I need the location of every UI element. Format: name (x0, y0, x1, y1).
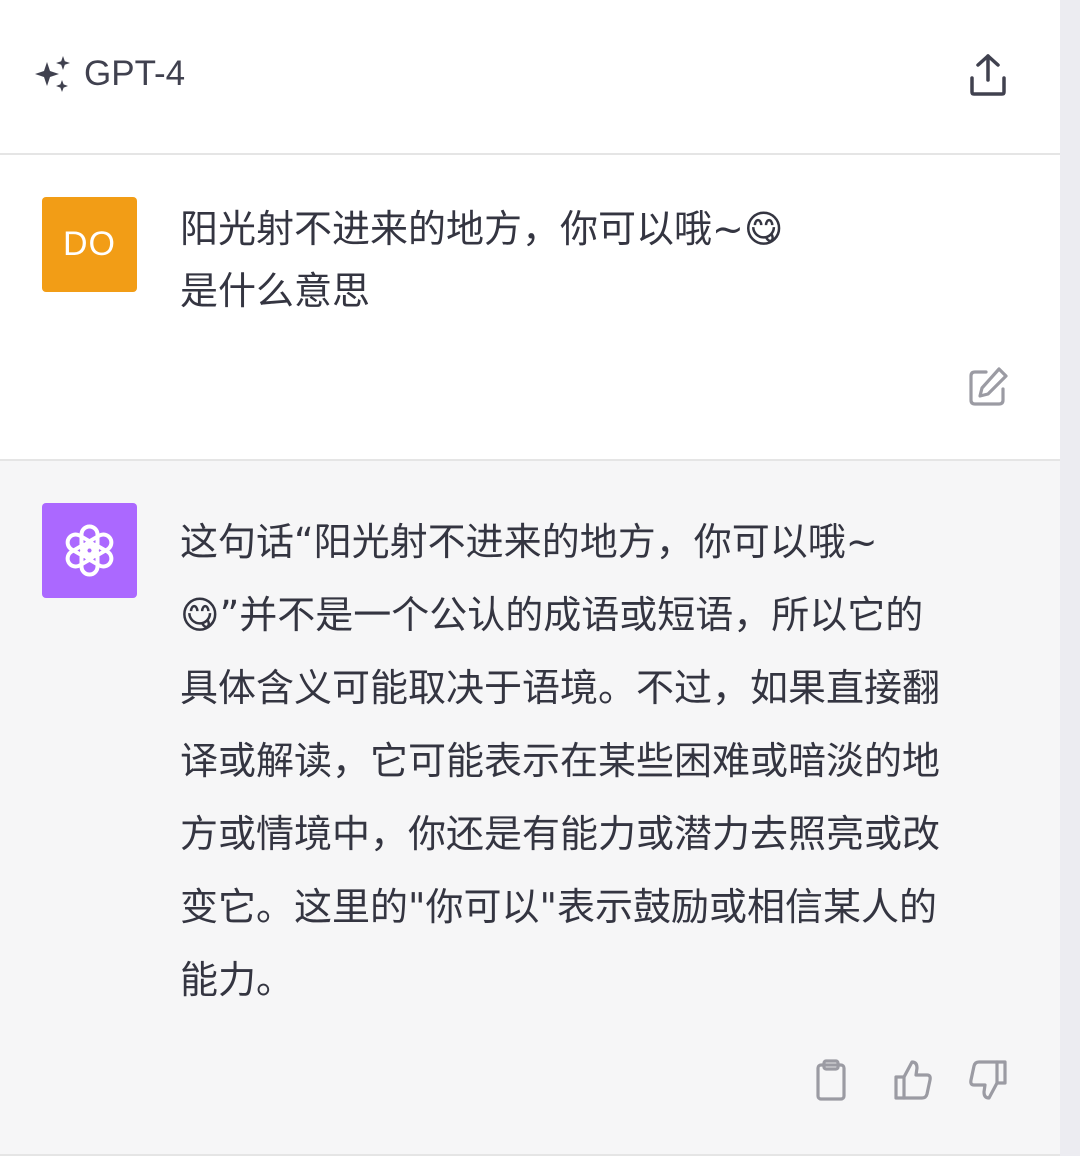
message-line: 译或解读，它可能表示在某些困难或暗淡的地 (180, 739, 941, 783)
clipboard-icon[interactable] (809, 1058, 853, 1102)
thumbs-up-icon[interactable] (891, 1058, 935, 1102)
message-line: 这句话“阳光射不进来的地方，你可以哦~ (180, 520, 878, 564)
scrollbar-track[interactable] (1060, 0, 1080, 1156)
share-icon[interactable] (966, 52, 1010, 98)
message-line: 😋”并不是一个公认的成语或短语，所以它的 (180, 593, 924, 637)
sparkles-icon (33, 54, 73, 94)
message-line: 具体含义可能取决于语境。不过，如果直接翻 (180, 666, 941, 710)
message-line: 方或情境中，你还是有能力或潜力去照亮或改 (180, 812, 941, 856)
assistant-message: 这句话“阳光射不进来的地方，你可以哦~ 😋”并不是一个公认的成语或短语，所以它的… (0, 461, 1060, 1156)
thumbs-down-icon[interactable] (966, 1058, 1010, 1102)
user-message-text: 阳光射不进来的地方，你可以哦~😋 是什么意思 (180, 207, 784, 313)
message-line: 能力。 (180, 958, 295, 1002)
assistant-message-text: 这句话“阳光射不进来的地方，你可以哦~ 😋”并不是一个公认的成语或短语，所以它的… (180, 506, 1025, 1017)
message-line: 变它。这里的"你可以"表示鼓励或相信某人的 (180, 885, 937, 929)
user-message: DO 阳光射不进来的地方，你可以哦~😋 是什么意思 (0, 155, 1060, 461)
user-avatar: DO (42, 197, 137, 292)
model-name[interactable]: GPT-4 (84, 52, 185, 96)
edit-icon[interactable] (966, 365, 1010, 409)
openai-logo-icon (42, 503, 137, 598)
chat-page: GPT-4 DO 阳光射不进来的地方，你可以哦~😋 是什么意思 这句话“阳光射不… (0, 0, 1080, 1156)
chat-header: GPT-4 (0, 0, 1060, 155)
